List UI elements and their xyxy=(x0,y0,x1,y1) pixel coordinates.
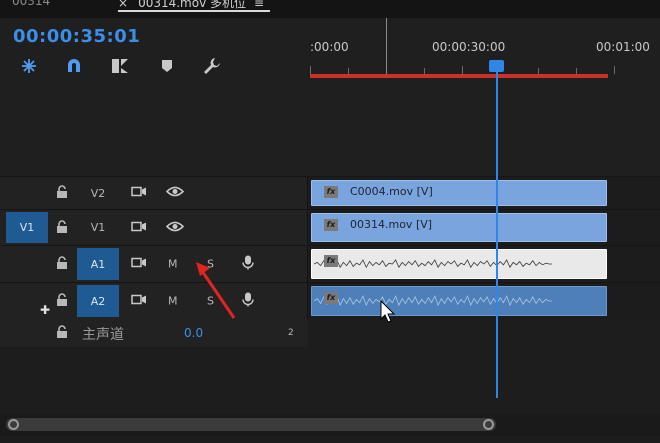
scroll-zoom-handle-right[interactable] xyxy=(483,419,494,430)
ruler-tick xyxy=(614,66,615,74)
panel-menu-icon[interactable]: ≡ xyxy=(254,0,264,10)
track-target-a1[interactable]: A1 xyxy=(77,248,119,280)
playhead-line[interactable] xyxy=(496,62,498,398)
track-header-v2: V2 xyxy=(0,177,308,209)
close-icon[interactable]: × xyxy=(118,0,128,10)
ruler-label-30s: 00:00:30:00 xyxy=(432,40,506,54)
scroll-zoom-handle-left[interactable] xyxy=(8,419,19,430)
track-lane-v1[interactable]: fx 00314.mov [V] xyxy=(309,210,660,245)
fx-badge: fx xyxy=(324,186,338,198)
clip-name: 00314.mov [V] xyxy=(350,218,433,231)
mute-button[interactable]: M xyxy=(168,258,178,271)
mute-button[interactable]: M xyxy=(168,295,178,308)
playhead-handle[interactable] xyxy=(489,60,504,72)
plus-cursor-icon: ✚ xyxy=(40,303,51,317)
track-v1: V1 V1 fx 00314.mov [V] xyxy=(0,209,660,245)
ruler-label-60s: 00:01:00 xyxy=(596,40,650,54)
audio-waveform xyxy=(314,295,553,307)
lock-icon[interactable] xyxy=(56,256,68,272)
track-header-v1: V1 V1 xyxy=(0,210,308,245)
fx-badge: fx xyxy=(324,219,338,231)
tab-active-label: 00314.mov 多机位 xyxy=(138,0,246,10)
track-v2: V2 fx C0004.mov [V] xyxy=(0,176,660,209)
track-a2: A2 M S fx xyxy=(0,282,660,319)
audio-clip[interactable]: fx xyxy=(311,286,607,316)
ruler-tick xyxy=(386,18,387,74)
red-arrow-icon xyxy=(196,262,236,319)
snap-nest-icon[interactable] xyxy=(19,56,39,76)
sync-lock-icon[interactable] xyxy=(131,257,147,272)
tab-bar: 00314 × 00314.mov 多机位 ≡ xyxy=(0,0,660,18)
timeline-header: 00:00:35:01 xyxy=(0,18,308,176)
lock-icon[interactable] xyxy=(56,185,68,201)
track-lane-a1[interactable]: fx xyxy=(309,246,660,282)
clip-name: C0004.mov [V] xyxy=(350,185,433,198)
sync-lock-icon[interactable] xyxy=(131,186,147,201)
eye-icon[interactable] xyxy=(165,220,185,235)
wrench-icon[interactable] xyxy=(202,56,222,76)
track-lane-v2[interactable]: fx C0004.mov [V] xyxy=(309,177,660,209)
marker-icon[interactable] xyxy=(157,56,177,76)
track-lane-a2[interactable]: fx xyxy=(309,283,660,319)
microphone-icon[interactable] xyxy=(242,292,254,311)
sync-lock-icon[interactable] xyxy=(131,220,147,235)
master-volume-value[interactable]: 0.0 xyxy=(184,326,203,340)
linked-selection-icon[interactable] xyxy=(110,56,130,76)
microphone-icon[interactable] xyxy=(242,255,254,274)
scrollbar-thumb[interactable] xyxy=(6,418,496,431)
lock-icon[interactable] xyxy=(56,293,68,309)
fx-badge: fx xyxy=(324,255,338,267)
track-header-a1: A1 M S xyxy=(0,246,308,282)
mouse-cursor-icon xyxy=(380,300,396,323)
work-area-bar[interactable] xyxy=(310,74,608,78)
track-target-a2[interactable]: A2 xyxy=(77,285,119,317)
playhead-timecode[interactable]: 00:00:35:01 xyxy=(13,26,140,47)
ruler-tick xyxy=(462,66,463,74)
time-ruler[interactable]: :00:00 00:00:30:00 00:01:00 xyxy=(308,18,660,176)
sync-lock-icon[interactable] xyxy=(131,294,147,309)
master-track-label: 主声道 xyxy=(82,327,124,343)
eye-icon[interactable] xyxy=(165,186,185,201)
tab-active-sequence[interactable]: × 00314.mov 多机位 ≡ xyxy=(118,0,271,12)
ruler-label-start: :00:00 xyxy=(310,40,349,54)
lock-icon[interactable] xyxy=(56,219,68,236)
magnet-icon[interactable] xyxy=(64,56,84,76)
track-target-v1[interactable]: V1 xyxy=(77,212,119,243)
ruler-tick xyxy=(310,66,311,74)
track-a1: A1 M S fx xyxy=(0,245,660,282)
source-patch-v1[interactable]: V1 xyxy=(6,212,48,243)
lock-icon[interactable] xyxy=(56,325,68,341)
tab-previous-sequence[interactable]: 00314 xyxy=(12,0,50,12)
track-target-v2[interactable]: V2 xyxy=(77,179,119,207)
audio-waveform xyxy=(314,259,553,269)
video-clip[interactable]: fx 00314.mov [V] xyxy=(311,213,607,242)
horizontal-scrollbar[interactable] xyxy=(0,414,660,436)
fx-badge: fx xyxy=(324,292,338,304)
track-master: 主声道 0.0 2 xyxy=(0,319,308,347)
video-clip[interactable]: fx C0004.mov [V] xyxy=(311,180,607,206)
master-channel-badge: 2 xyxy=(288,328,294,338)
audio-clip-selected[interactable]: fx xyxy=(311,249,607,279)
